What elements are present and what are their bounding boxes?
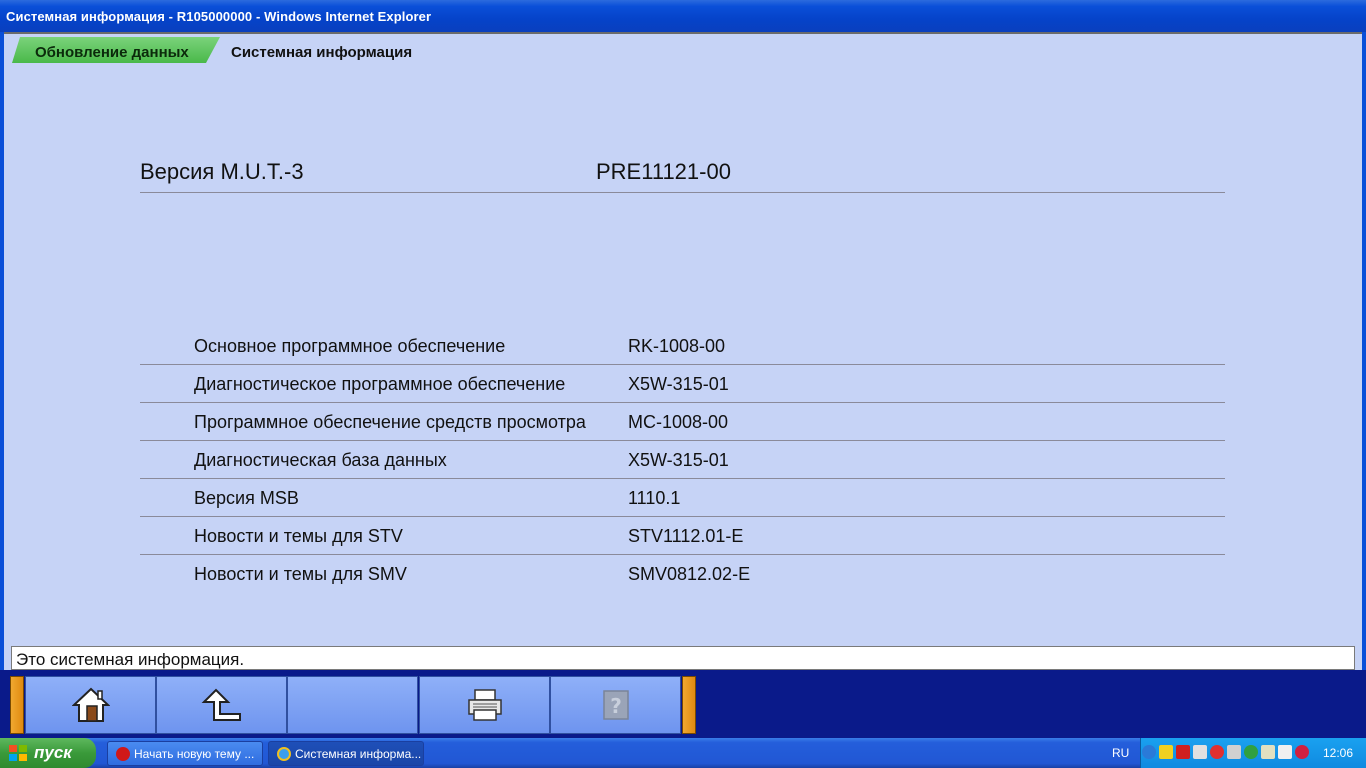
divider (140, 440, 1225, 441)
taskbar-item-label: Начать новую тему ... (134, 747, 255, 761)
tray-power-icon[interactable] (1159, 745, 1173, 759)
info-row: Новости и темы для SMV SMV0812.02-E (140, 564, 1225, 602)
info-row-value: STV1112.01-E (628, 526, 744, 546)
start-label: пуск (34, 743, 72, 762)
divider (140, 516, 1225, 517)
info-row-value: MC-1008-00 (628, 412, 729, 432)
tab-data-update[interactable]: Обновление данных (35, 44, 189, 61)
tray-tool-icon[interactable] (1193, 745, 1207, 759)
info-row-label: Диагностическая база данных (194, 450, 447, 470)
home-button[interactable] (25, 676, 156, 734)
language-indicator[interactable]: RU (1112, 746, 1129, 760)
blank-button[interactable] (287, 676, 418, 734)
info-row: Диагностическая база данных X5W-315-01 (140, 450, 1225, 488)
info-row-label: Новости и темы для STV (194, 526, 403, 546)
mut-version-value: PRE11121-00 (596, 159, 731, 184)
tab-system-info[interactable]: Системная информация (231, 44, 412, 61)
info-row-label: Новости и темы для SMV (194, 564, 407, 584)
opera-icon (116, 747, 130, 761)
divider (140, 554, 1225, 555)
window-title: Системная информация - R105000000 - Wind… (6, 9, 432, 24)
window-title-bar[interactable]: Системная информация - R105000000 - Wind… (0, 0, 1366, 32)
mut-version-label: Версия M.U.T.-3 (140, 159, 304, 184)
tray-utorrent-icon[interactable] (1244, 745, 1258, 759)
back-button[interactable] (156, 676, 287, 734)
tray-expand-icon[interactable] (1142, 745, 1156, 759)
tray-stop-icon[interactable] (1210, 745, 1224, 759)
info-row: Программное обеспечение средств просмотр… (140, 412, 1225, 450)
info-row: Основное программное обеспечение RK-1008… (140, 336, 1225, 374)
toolbar-right-edge (682, 676, 696, 734)
back-arrow-icon (201, 688, 241, 721)
info-row-value: X5W-315-01 (628, 374, 729, 394)
info-row-label: Основное программное обеспечение (194, 336, 506, 356)
taskbar-item-opera[interactable]: Начать новую тему ... (107, 741, 263, 766)
taskbar-item-label: Системная информа... (295, 747, 422, 761)
info-row-value: SMV0812.02-E (628, 564, 751, 584)
ie-icon (277, 747, 291, 761)
info-row-label: Диагностическое программное обеспечение (194, 374, 566, 394)
toolbar-left-edge (10, 676, 24, 734)
info-row: Новости и темы для STV STV1112.01-E (140, 526, 1225, 564)
svg-text:?: ? (610, 694, 622, 718)
help-icon: ? (602, 690, 629, 720)
divider (140, 364, 1225, 365)
divider (140, 402, 1225, 403)
tray-antivirus-icon[interactable] (1176, 745, 1190, 759)
taskbar-item-ie[interactable]: Системная информа... (268, 741, 424, 766)
info-row-value: RK-1008-00 (628, 336, 726, 356)
divider (140, 478, 1225, 479)
help-button[interactable]: ? (550, 676, 681, 734)
info-row: Диагностическое программное обеспечение … (140, 374, 1225, 412)
tray-device-icon[interactable] (1278, 745, 1292, 759)
tray-network-icon[interactable] (1227, 745, 1241, 759)
clock[interactable]: 12:06 (1323, 746, 1353, 760)
main-content: Обновление данных Системная информация В… (4, 32, 1362, 670)
home-icon (71, 687, 110, 722)
printer-icon (467, 689, 502, 721)
info-row-value: 1110.1 (628, 488, 681, 508)
divider (140, 192, 1225, 193)
status-message: Это системная информация. (11, 646, 1355, 670)
tray-monitor-icon[interactable] (1261, 745, 1275, 759)
start-button[interactable]: пуск (0, 738, 96, 768)
info-row-value: X5W-315-01 (628, 450, 729, 470)
windows-flag-icon (9, 745, 27, 761)
info-row-label: Программное обеспечение средств просмотр… (194, 412, 586, 432)
tray-shield-icon[interactable] (1295, 745, 1309, 759)
print-button[interactable] (419, 676, 550, 734)
info-row: Версия MSB 1110.1 (140, 488, 1225, 526)
info-row-label: Версия MSB (194, 488, 299, 508)
